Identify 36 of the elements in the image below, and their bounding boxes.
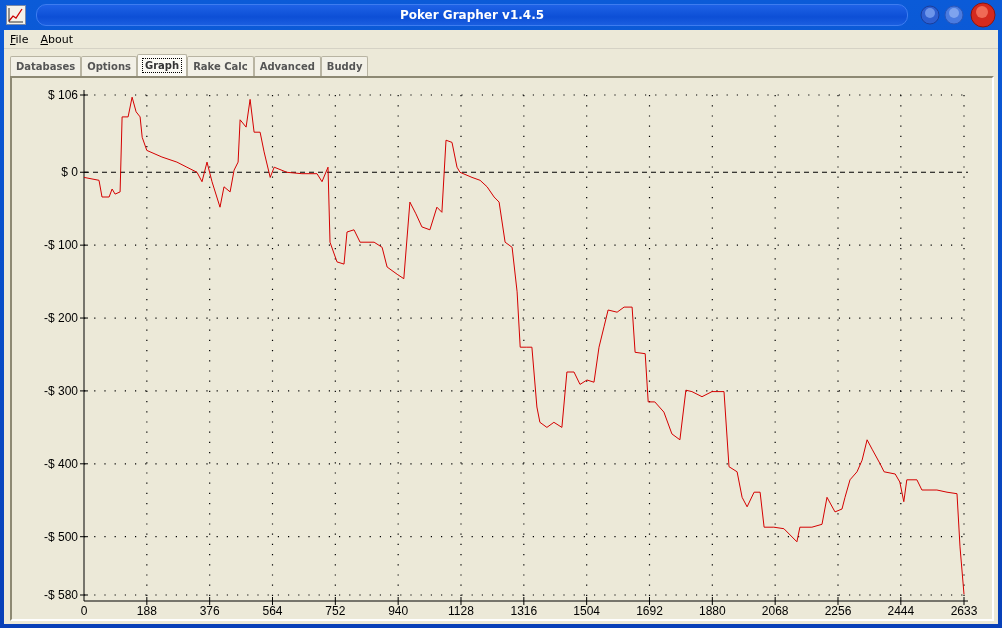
x-axis-label: 1128 bbox=[448, 604, 474, 618]
y-axis-label: $ 106 bbox=[47, 88, 78, 102]
x-axis-label: 2633 bbox=[950, 604, 978, 618]
x-axis-label: 1692 bbox=[636, 604, 663, 618]
minimize-button[interactable] bbox=[920, 5, 940, 25]
tab[interactable]: Advanced bbox=[253, 56, 321, 76]
y-axis-label: -$ 580 bbox=[43, 588, 78, 602]
x-axis-label: 1316 bbox=[510, 604, 538, 618]
y-axis-label: -$ 200 bbox=[43, 311, 78, 326]
menu-item[interactable]: About bbox=[36, 32, 77, 46]
y-axis-label: -$ 400 bbox=[43, 456, 78, 471]
x-axis-label: 940 bbox=[388, 604, 409, 618]
menu-item[interactable]: File bbox=[6, 32, 33, 46]
y-axis-label: $ 0 bbox=[61, 165, 78, 180]
y-axis-label: -$ 100 bbox=[43, 238, 78, 253]
maximize-button[interactable] bbox=[944, 5, 964, 25]
x-axis-label: 188 bbox=[136, 604, 157, 618]
tab[interactable]: Graph bbox=[137, 54, 188, 76]
close-button[interactable] bbox=[970, 2, 996, 28]
x-axis-label: 1504 bbox=[573, 604, 600, 618]
chart-icon bbox=[6, 5, 26, 25]
window-title: Poker Grapher v1.4.5 bbox=[399, 8, 545, 22]
x-axis-label: 564 bbox=[262, 604, 283, 618]
x-axis-label: 2444 bbox=[887, 604, 915, 618]
tab[interactable]: Buddy bbox=[320, 56, 369, 76]
x-axis-label: 2256 bbox=[824, 604, 852, 618]
y-axis-label: -$ 300 bbox=[43, 383, 78, 398]
x-axis-label: 752 bbox=[325, 604, 346, 618]
tab[interactable]: Rake Calc bbox=[187, 56, 254, 76]
x-axis-label: 0 bbox=[80, 604, 88, 618]
x-axis-label: 2068 bbox=[761, 604, 789, 618]
x-axis-label: 1880 bbox=[699, 604, 726, 618]
y-axis-label: -$ 500 bbox=[43, 529, 78, 544]
tab[interactable]: Databases bbox=[10, 56, 82, 76]
tab[interactable]: Options bbox=[81, 56, 137, 76]
x-axis-label: 376 bbox=[199, 604, 220, 618]
